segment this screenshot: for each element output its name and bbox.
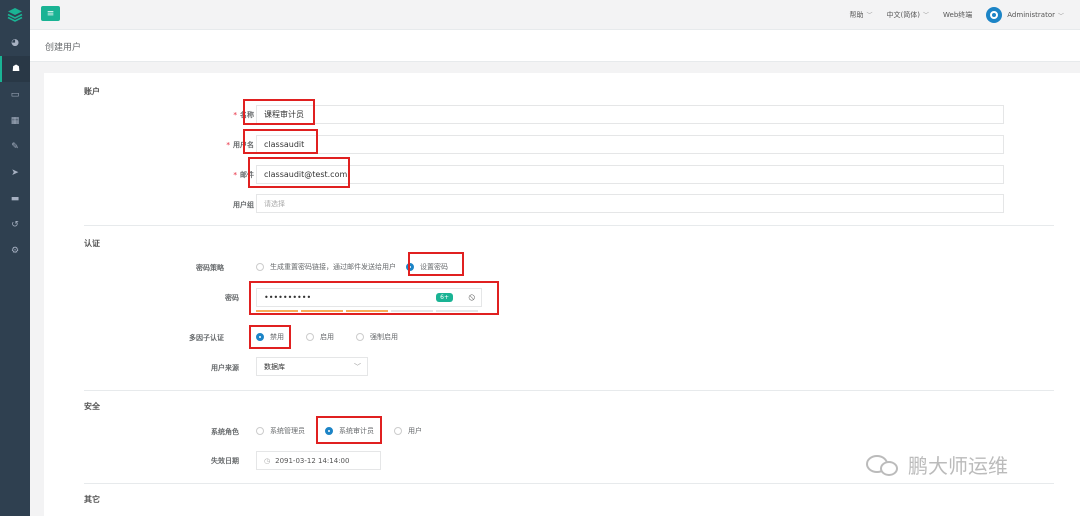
pwd-strategy-label: 密码策略: [196, 264, 224, 272]
dashboard-icon[interactable]: ◕: [0, 30, 30, 56]
language-menu[interactable]: 中文(简体) ﹀: [887, 10, 929, 20]
group-select[interactable]: 请选择: [256, 194, 1004, 213]
avatar: [986, 7, 1003, 23]
section-security: 安全: [84, 402, 100, 411]
email-input[interactable]: classaudit@test.com: [256, 165, 1004, 184]
edit-icon[interactable]: ✎: [0, 134, 30, 160]
divider: [84, 483, 1054, 484]
name-label: * 名称: [233, 111, 254, 119]
chevron-down-icon: ﹀: [354, 363, 361, 371]
name-input[interactable]: 课程审计员: [256, 105, 1004, 124]
section-account: 账户: [84, 87, 100, 96]
page-header: 创建用户: [30, 30, 1080, 62]
divider: [84, 390, 1054, 391]
web-terminal-label: Web终端: [943, 11, 973, 19]
role-user-radio[interactable]: 用户: [394, 426, 422, 436]
grid-icon[interactable]: ▦: [0, 108, 30, 134]
watermark-text: 鹏大师运维: [908, 454, 1008, 478]
section-other: 其它: [84, 495, 100, 504]
chevron-down-icon: ﹀: [1057, 12, 1064, 20]
highlight-box: [248, 157, 350, 188]
username-input[interactable]: classaudit: [256, 135, 1004, 154]
settings-icon[interactable]: ⚙: [0, 238, 30, 264]
source-label: 用户来源: [211, 364, 239, 372]
top-nav: 帮助 ﹀ 中文(简体) ﹀ Web终端 Administrator ﹀: [850, 0, 1064, 30]
history-icon[interactable]: ↺: [0, 212, 30, 238]
help-label: 帮助: [849, 11, 864, 19]
watermark: 鹏大师运维: [866, 450, 1008, 479]
pwd-strategy-email-radio[interactable]: 生成重置密码链接，通过邮件发送给用户: [256, 262, 396, 272]
sidebar: ◕ ☗ ▭ ▦ ✎ ➤ ▬ ↺ ⚙: [0, 0, 30, 516]
web-terminal-link[interactable]: Web终端: [943, 10, 972, 20]
mfa-force-radio[interactable]: 强制启用: [356, 332, 398, 342]
clock-icon: ◷: [264, 456, 271, 465]
logo[interactable]: [0, 0, 30, 30]
user-menu[interactable]: Administrator ﹀: [986, 7, 1064, 23]
mfa-label: 多因子认证: [189, 334, 224, 342]
chevron-down-icon: ﹀: [866, 12, 873, 19]
inbox-icon[interactable]: ▭: [0, 82, 30, 108]
source-select[interactable]: 数据库 ﹀: [256, 357, 368, 376]
highlight-box: [243, 99, 315, 125]
menu-toggle-button[interactable]: ≡: [41, 6, 60, 21]
password-label: 密码: [225, 294, 239, 302]
help-menu[interactable]: 帮助 ﹀: [850, 10, 873, 20]
page-title: 创建用户: [45, 43, 82, 53]
highlight-box: [316, 416, 382, 444]
topbar: ≡ 帮助 ﹀ 中文(简体) ﹀ Web终端 Administrator ﹀: [30, 0, 1080, 30]
email-label: * 邮件: [233, 171, 254, 179]
send-icon[interactable]: ➤: [0, 160, 30, 186]
highlight-box: [249, 281, 499, 315]
chevron-down-icon: ﹀: [922, 12, 929, 19]
group-label: 用户组: [233, 201, 254, 209]
highlight-box: [408, 252, 464, 276]
menu-icon: ≡: [46, 8, 55, 19]
username-label: * 用户名: [226, 141, 254, 149]
expire-label: 失效日期: [211, 457, 239, 465]
wechat-icon: [866, 451, 902, 479]
user-name: Administrator: [1007, 11, 1055, 19]
users-icon[interactable]: ☗: [0, 56, 30, 82]
section-auth: 认证: [84, 239, 100, 248]
highlight-box: [249, 325, 291, 349]
divider: [84, 225, 1054, 226]
expire-date-input[interactable]: ◷ 2091-03-12 14:14:00: [256, 451, 381, 470]
role-label: 系统角色: [211, 428, 239, 436]
mfa-enable-radio[interactable]: 启用: [306, 332, 334, 342]
language-label: 中文(简体): [886, 11, 920, 19]
logo-icon: [7, 8, 23, 22]
role-admin-radio[interactable]: 系统管理员: [256, 426, 305, 436]
highlight-box: [243, 129, 318, 154]
monitor-icon[interactable]: ▬: [0, 186, 30, 212]
